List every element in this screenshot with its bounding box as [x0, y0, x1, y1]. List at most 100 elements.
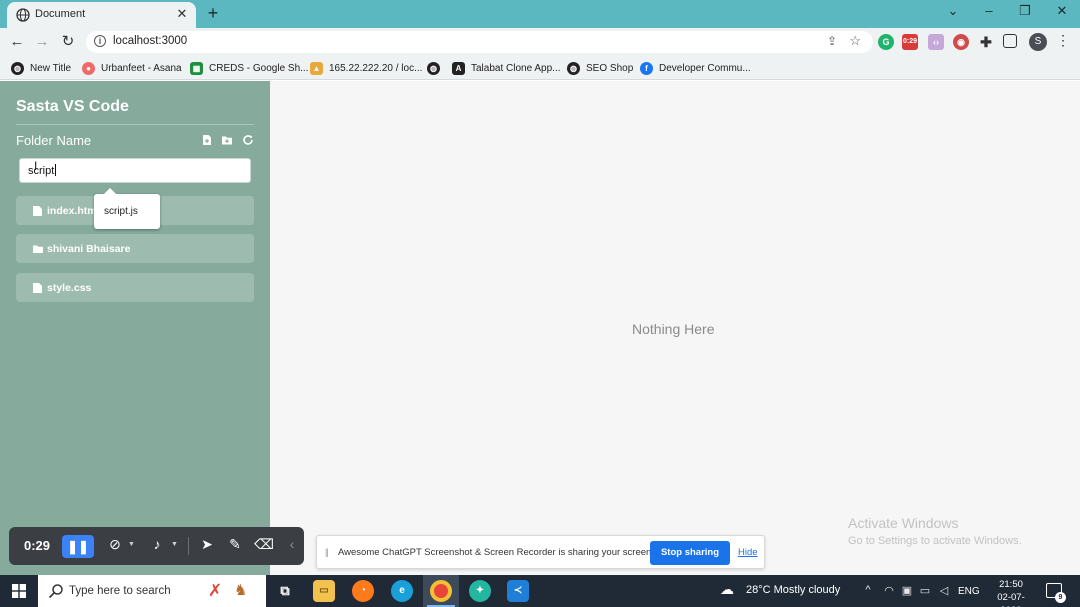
windows-taskbar: Type here to search ✗ ♞ ⧉ ▭ ◔ e ✦ ≺ ☁ 28… [0, 575, 1080, 607]
pointer-icon[interactable]: ➤ [197, 536, 217, 553]
search-input-value[interactable]: script [28, 165, 54, 177]
weather-text[interactable]: 28°C Mostly cloudy [746, 584, 840, 596]
editor-area: Nothing Here Activate Windows Go to Sett… [270, 81, 1080, 575]
minimize-button[interactable]: – [979, 3, 999, 18]
battery-icon[interactable]: ▭ [918, 584, 932, 597]
globe-icon: ◍ [567, 61, 580, 75]
file-explorer-icon[interactable]: ▭ [313, 580, 335, 602]
system-clock[interactable]: 21:50 02-07-2023 [988, 578, 1034, 607]
drag-handle-icon[interactable]: || [325, 547, 329, 557]
vscode-icon[interactable]: ≺ [507, 580, 529, 602]
edge-icon[interactable]: e [391, 580, 413, 602]
chrome-icon[interactable] [430, 580, 452, 602]
search-highlight-icon: ✗ [208, 581, 223, 600]
extensions-puzzle-icon[interactable]: ✚ [978, 34, 994, 50]
volume-icon[interactable]: ◁ [937, 584, 951, 597]
code-extension-icon[interactable]: ‹› [928, 34, 944, 50]
sidebar-divider [16, 124, 254, 125]
bookmark-item[interactable]: ◍ SEO Shop [567, 60, 633, 76]
taskbar-search-box[interactable]: Type here to search ✗ ♞ [38, 575, 266, 607]
forward-arrow-icon[interactable]: → [33, 33, 51, 51]
back-arrow-icon[interactable]: ← [8, 33, 26, 51]
chevron-down-icon[interactable]: ▼ [128, 541, 135, 548]
empty-state-text: Nothing Here [632, 321, 715, 337]
tab-search-icon[interactable]: ⌄ [943, 3, 963, 19]
bookmark-label: Talabat Clone App... [471, 62, 561, 74]
eraser-icon[interactable]: ⌫ [254, 536, 274, 553]
reload-icon[interactable]: ↻ [59, 33, 77, 51]
site-info-icon[interactable]: i [94, 35, 106, 47]
chevron-up-icon[interactable]: ^ [861, 584, 875, 596]
close-window-button[interactable]: ✕ [1052, 3, 1072, 19]
new-folder-icon[interactable] [221, 134, 233, 146]
language-indicator[interactable]: ENG [958, 586, 980, 597]
bookmark-item[interactable]: ◍ [427, 60, 446, 76]
app-icon[interactable]: ✦ [469, 580, 491, 602]
refresh-icon[interactable] [242, 134, 254, 146]
eye-extension-icon[interactable]: ◉ [953, 34, 969, 50]
firefox-icon[interactable]: ◔ [352, 580, 374, 602]
bookmarks-bar: ◍ New Title ● Urbanfeet - Asana ▦ CREDS … [0, 56, 1080, 80]
file-icon [33, 206, 42, 216]
side-panel-icon[interactable] [1003, 34, 1017, 48]
bookmark-item[interactable]: A Talabat Clone App... [452, 60, 561, 76]
app-icon: A [452, 61, 465, 75]
profile-avatar[interactable]: S [1029, 33, 1047, 51]
activate-windows-subtext: Go to Settings to activate Windows. [848, 535, 1022, 547]
recorder-divider [188, 537, 189, 555]
grammarly-extension-icon[interactable]: G [878, 34, 894, 50]
file-item-label: style.css [47, 282, 92, 294]
bookmark-label: New Title [30, 62, 72, 74]
recorder-extension-icon[interactable]: 0:29 [902, 34, 918, 50]
pen-icon[interactable]: ✎ [225, 536, 245, 553]
share-icon[interactable]: ⇪ [827, 34, 837, 48]
activate-windows-watermark: Activate Windows [848, 515, 959, 531]
clock-date: 02-07-2023 [997, 592, 1025, 607]
url-text[interactable]: localhost:3000 [113, 35, 187, 47]
weather-icon[interactable]: ☁ [720, 581, 734, 598]
task-view-icon[interactable]: ⧉ [274, 580, 296, 602]
mic-off-icon[interactable]: ♪ [147, 536, 167, 552]
search-input[interactable]: script [19, 158, 251, 183]
browser-tab[interactable]: Document ✕ [7, 2, 196, 28]
new-tab-button[interactable]: + [204, 4, 222, 22]
file-icon [33, 283, 42, 293]
bookmark-item[interactable]: ◍ New Title [11, 60, 71, 76]
recorder-control-bar: 0:29 ❚❚ ⊘ ▼ ♪ ▼ ➤ ✎ ⌫ ‹ [9, 527, 304, 565]
bookmark-star-icon[interactable]: ☆ [849, 33, 861, 49]
text-caret [55, 164, 57, 176]
search-highlight-icon: ♞ [234, 582, 248, 599]
taskbar-search-placeholder[interactable]: Type here to search [69, 585, 171, 597]
hide-link[interactable]: Hide [738, 547, 758, 558]
folder-icon [33, 245, 43, 253]
bookmark-item[interactable]: ● Urbanfeet - Asana [82, 60, 182, 76]
camera-off-icon[interactable]: ⊘ [105, 536, 125, 553]
bookmark-label: Developer Commu... [659, 62, 751, 74]
chevron-down-icon[interactable]: ▼ [171, 541, 178, 548]
file-item-style-css[interactable]: style.css [16, 273, 254, 302]
bookmark-label: Urbanfeet - Asana [101, 62, 182, 74]
folder-name-label: Folder Name [16, 133, 92, 148]
address-bar[interactable]: i localhost:3000 ⇪ ☆ [86, 31, 873, 53]
folder-item-shivani-bhaisare[interactable]: shivani Bhaisare [16, 234, 254, 263]
text-cursor-icon: I [34, 159, 38, 173]
browser-tab-strip: Document ✕ + ⌄ – ❐ ✕ [0, 0, 1080, 28]
server-icon: ▲ [310, 61, 323, 75]
bookmark-item[interactable]: ▦ CREDS - Google Sh... [190, 60, 308, 76]
windows-start-icon[interactable] [12, 584, 26, 598]
sharing-message: Awesome ChatGPT Screenshot & Screen Reco… [338, 547, 654, 558]
bookmark-item[interactable]: ▲ 165.22.222.20 / loc... [310, 60, 422, 76]
wifi-icon[interactable]: ◠ [882, 584, 896, 597]
menu-kebab-icon[interactable]: ⋮ [1056, 32, 1070, 49]
meet-now-icon[interactable]: ▣ [900, 584, 914, 597]
restore-button[interactable]: ❐ [1015, 3, 1035, 19]
autocomplete-suggestion[interactable]: script.js [94, 188, 160, 229]
search-icon [48, 584, 63, 599]
tab-title: Document [35, 8, 86, 20]
stop-sharing-button[interactable]: Stop sharing [650, 541, 730, 565]
bookmark-item[interactable]: f Developer Commu... [640, 60, 751, 76]
new-file-icon[interactable] [201, 134, 213, 146]
pause-button[interactable]: ❚❚ [62, 535, 94, 558]
tab-close-icon[interactable]: ✕ [174, 6, 190, 22]
collapse-icon[interactable]: ‹ [282, 536, 302, 552]
